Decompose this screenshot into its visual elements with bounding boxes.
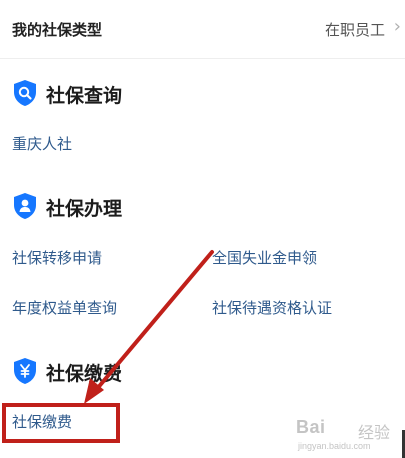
baidu-jingyan-watermark: Bai 经验 jingyan.baidu.com — [296, 413, 401, 455]
annotation-arrow — [84, 250, 214, 404]
section-title: 社保查询 — [46, 85, 123, 107]
yuan-icon — [14, 358, 36, 384]
chevron-right-icon: › — [393, 16, 401, 37]
highlight-box — [2, 403, 120, 443]
link-benefit-qualification[interactable]: 社保待遇资格认证 — [212, 297, 332, 318]
search-icon — [14, 80, 36, 106]
link-annual-rights-statement[interactable]: 年度权益单查询 — [12, 297, 117, 318]
watermark-url: jingyan.baidu.com — [298, 441, 371, 451]
person-icon — [14, 193, 36, 219]
link-transfer-application[interactable]: 社保转移申请 — [12, 247, 102, 268]
section-title: 社保缴费 — [46, 363, 123, 385]
link-chongqing-hrss[interactable]: 重庆人社 — [12, 133, 72, 154]
row-title: 我的社保类型 — [12, 21, 103, 39]
employee-type-value: 在职员工 — [324, 21, 385, 39]
section-title: 社保办理 — [46, 198, 123, 220]
watermark-brand: Bai — [296, 417, 326, 437]
watermark-brand2: 经验 — [358, 423, 391, 442]
social-security-type-row[interactable]: 我的社保类型 在职员工 › — [0, 0, 405, 59]
link-unemployment-benefit[interactable]: 全国失业金申领 — [212, 247, 317, 268]
